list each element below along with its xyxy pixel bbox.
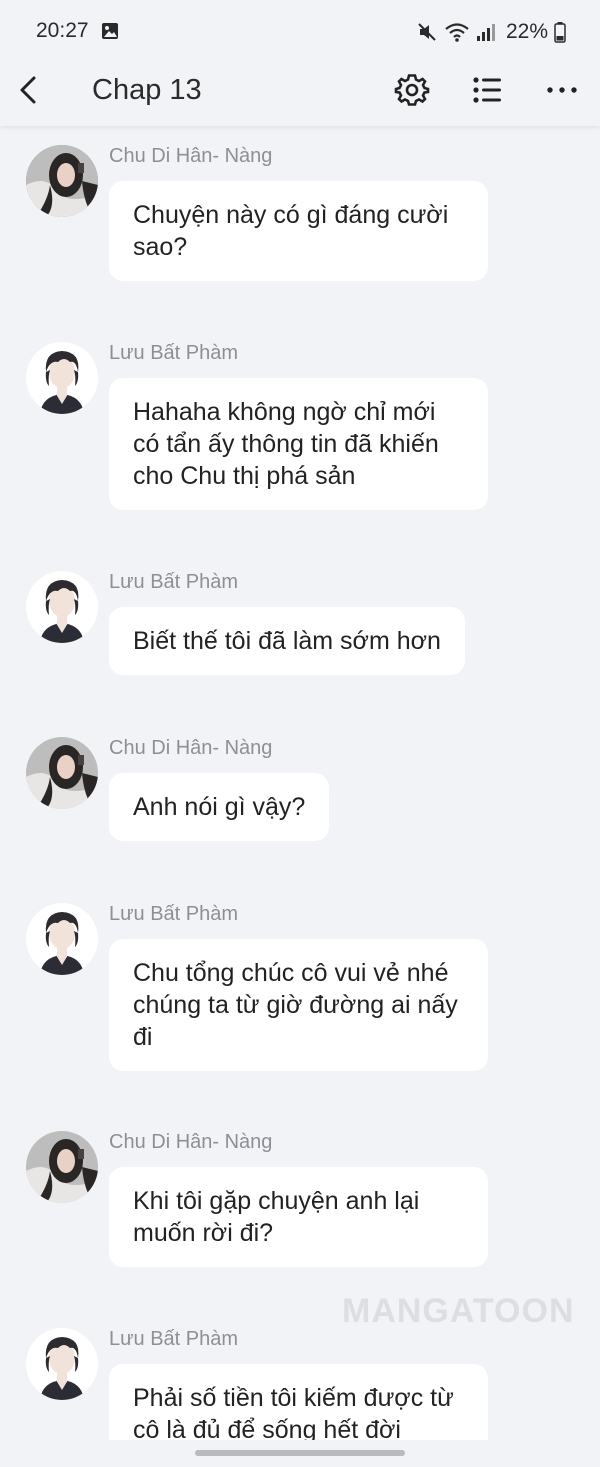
- wifi-icon: [445, 23, 469, 42]
- chat-list[interactable]: Chu Di Hân- Nàng Chuyện này có gì đáng c…: [0, 127, 600, 1440]
- settings-icon[interactable]: [394, 72, 430, 108]
- battery-percent: 22%: [505, 20, 548, 43]
- message-bubble: Phải số tiền tôi kiếm được từ cô là đủ đ…: [109, 1364, 488, 1440]
- message-bubble: Anh nói gì vậy?: [109, 773, 330, 841]
- battery-icon: [554, 22, 566, 43]
- male-avatar[interactable]: [26, 1328, 98, 1400]
- sender-name: Chu Di Hân- Nàng: [109, 737, 273, 759]
- more-icon[interactable]: [544, 72, 580, 108]
- signal-icon: [476, 24, 495, 41]
- status-icons: 22%: [416, 18, 566, 46]
- mute-icon: [418, 23, 436, 41]
- back-icon[interactable]: [12, 72, 48, 108]
- sender-name: Lưu Bất Phàm: [109, 342, 239, 364]
- sender-name: Chu Di Hân- Nàng: [109, 145, 273, 167]
- message-bubble: Hahaha không ngờ chỉ mới có tẩn ấy thông…: [109, 378, 488, 510]
- male-avatar[interactable]: [26, 571, 98, 643]
- photo-icon: [102, 23, 118, 39]
- message-bubble: Biết thế tôi đã làm sớm hơn: [109, 607, 465, 675]
- message-bubble: Khi tôi gặp chuyện anh lại muốn rời đi?: [109, 1167, 488, 1267]
- top-app-bar: Chap 13: [0, 62, 600, 126]
- female-avatar[interactable]: [26, 145, 98, 217]
- male-avatar[interactable]: [26, 903, 98, 975]
- status-time: 20:27: [36, 19, 89, 42]
- female-avatar[interactable]: [26, 737, 98, 809]
- sender-name: Lưu Bất Phàm: [109, 571, 239, 593]
- sender-name: Lưu Bất Phàm: [109, 1328, 239, 1350]
- sender-name: Chu Di Hân- Nàng: [109, 1131, 273, 1153]
- status-bar: 20:27 22%: [0, 0, 600, 62]
- watermark-logo: MANGATOON: [342, 1292, 575, 1330]
- list-icon[interactable]: [469, 72, 505, 108]
- male-avatar[interactable]: [26, 342, 98, 414]
- message-bubble: Chuyện này có gì đáng cười sao?: [109, 181, 488, 281]
- gesture-bar[interactable]: [195, 1450, 405, 1456]
- sender-name: Lưu Bất Phàm: [109, 903, 239, 925]
- page-title: Chap 13: [92, 74, 202, 106]
- female-avatar[interactable]: [26, 1131, 98, 1203]
- message-bubble: Chu tổng chúc cô vui vẻ nhé chúng ta từ …: [109, 939, 488, 1071]
